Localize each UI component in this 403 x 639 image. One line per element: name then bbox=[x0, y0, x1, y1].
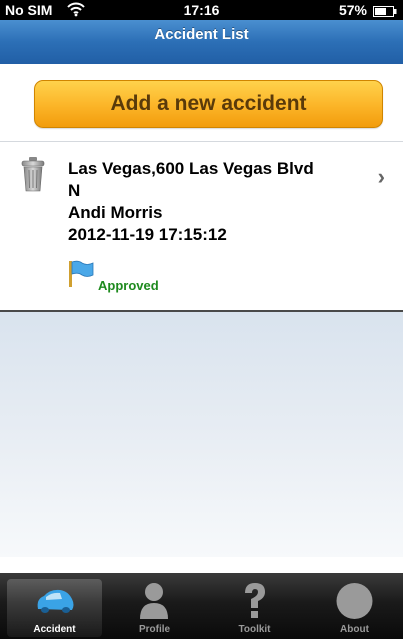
accident-list-item[interactable]: Las Vegas,600 Las Vegas Blvd N Andi Morr… bbox=[0, 142, 403, 312]
tab-profile-label: Profile bbox=[138, 624, 171, 635]
status-bar: No SIM 17:16 57% bbox=[0, 0, 403, 20]
empty-list-area bbox=[0, 312, 403, 557]
battery-icon bbox=[373, 4, 397, 17]
accident-datetime: 2012-11-19 17:15:12 bbox=[68, 225, 227, 244]
page-title: Accident List bbox=[154, 26, 249, 43]
car-icon bbox=[32, 581, 77, 621]
add-accident-button[interactable]: Add a new accident bbox=[34, 80, 383, 128]
accident-details: Las Vegas,600 Las Vegas Blvd N Andi Morr… bbox=[68, 158, 368, 246]
tab-toolkit[interactable]: Toolkit bbox=[207, 579, 302, 637]
accident-person: Andi Morris bbox=[68, 203, 163, 222]
tab-toolkit-label: Toolkit bbox=[238, 624, 271, 635]
tab-about[interactable]: About bbox=[307, 579, 402, 637]
person-icon bbox=[132, 581, 177, 621]
accident-location-cont: N bbox=[68, 181, 81, 200]
trash-icon[interactable] bbox=[20, 156, 46, 192]
status-badge: Approved bbox=[98, 278, 159, 293]
circle-icon bbox=[332, 581, 377, 621]
navigation-bar: Accident List bbox=[0, 20, 403, 65]
tab-accident[interactable]: Accident bbox=[7, 579, 102, 637]
battery-percent: 57% bbox=[338, 2, 367, 18]
tab-profile[interactable]: Profile bbox=[107, 579, 202, 637]
tab-bar: Accident Profile Toolkit About bbox=[0, 573, 403, 639]
flag-icon bbox=[68, 260, 94, 288]
accident-location: Las Vegas,600 Las Vegas Blvd bbox=[68, 159, 314, 178]
add-button-area: Add a new accident bbox=[0, 64, 403, 142]
tab-about-label: About bbox=[340, 624, 369, 635]
tab-accident-label: Accident bbox=[33, 624, 76, 635]
question-icon bbox=[232, 581, 277, 621]
chevron-right-icon: › bbox=[377, 164, 385, 189]
